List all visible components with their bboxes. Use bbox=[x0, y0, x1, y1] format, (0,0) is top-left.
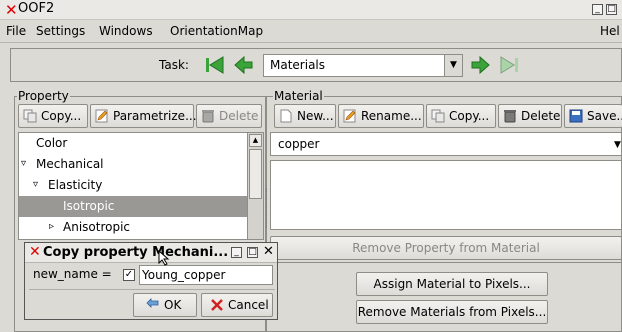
tree-item-elasticity[interactable]: ▿ Elasticity bbox=[19, 175, 247, 196]
material-copy-button[interactable]: Copy... bbox=[426, 104, 496, 128]
tree-item-isotropic[interactable]: Isotropic bbox=[19, 196, 247, 217]
property-delete-label: Delete bbox=[219, 109, 259, 123]
scroll-thumb[interactable] bbox=[249, 149, 262, 199]
tree-item-anisotropic[interactable]: ▹ Anisotropic bbox=[19, 217, 247, 238]
first-task-icon[interactable] bbox=[203, 54, 227, 76]
copy-icon bbox=[23, 109, 37, 123]
new-file-icon bbox=[280, 109, 292, 123]
material-save-button[interactable]: Save... bbox=[564, 104, 622, 128]
scroll-up-icon[interactable]: ▲ bbox=[249, 134, 262, 147]
task-select[interactable]: Materials ▼ bbox=[263, 54, 463, 77]
property-copy-button[interactable]: Copy... bbox=[18, 104, 88, 128]
material-copy-label: Copy... bbox=[449, 109, 490, 123]
material-new-button[interactable]: New... bbox=[274, 104, 336, 128]
menu-settings[interactable]: Settings bbox=[36, 24, 85, 38]
window-titlebar: ✕ OOF2 _ □ bbox=[0, 0, 622, 20]
parametrize-button[interactable]: Parametrize... bbox=[90, 104, 197, 128]
copy-property-dialog: ✕ Copy property Mechani... _ □ ✕ new_nam… bbox=[24, 242, 278, 320]
app-logo-icon: ✕ bbox=[29, 244, 41, 260]
cancel-icon bbox=[211, 299, 223, 311]
next-task-icon[interactable] bbox=[469, 54, 493, 76]
material-delete-button[interactable]: Delete bbox=[498, 104, 562, 128]
remove-property-label: Remove Property from Material bbox=[352, 241, 540, 255]
menu-orientationmap[interactable]: OrientationMap bbox=[170, 24, 263, 38]
material-property-list[interactable] bbox=[270, 160, 622, 230]
copy-icon bbox=[431, 109, 445, 123]
tree-item-mechanical[interactable]: ▿ Mechanical bbox=[19, 154, 247, 175]
expander-down-icon[interactable]: ▿ bbox=[33, 179, 38, 190]
new-name-input[interactable] bbox=[142, 267, 270, 283]
property-frame-label: Property bbox=[17, 89, 70, 103]
chevron-down-icon: ▼ bbox=[444, 55, 462, 76]
cancel-label: Cancel bbox=[228, 298, 269, 312]
tree-item-label: Elasticity bbox=[48, 178, 103, 192]
divider bbox=[266, 262, 622, 263]
material-select-value: copper bbox=[278, 137, 320, 151]
ok-icon bbox=[146, 298, 159, 308]
maximize-icon[interactable]: □ bbox=[247, 247, 258, 258]
new-name-field[interactable] bbox=[139, 265, 273, 285]
assign-material-label: Assign Material to Pixels... bbox=[373, 277, 531, 291]
edit-icon bbox=[343, 109, 356, 123]
trash-icon bbox=[202, 110, 214, 123]
task-bar: Task: Materials ▼ bbox=[10, 48, 622, 82]
tree-item-label: Mechanical bbox=[36, 157, 104, 171]
material-delete-label: Delete bbox=[521, 109, 561, 123]
material-save-label: Save... bbox=[587, 109, 622, 123]
close-icon[interactable]: ✕ bbox=[263, 244, 274, 259]
minimize-icon[interactable]: _ bbox=[592, 4, 603, 15]
remove-property-button[interactable]: Remove Property from Material bbox=[270, 236, 622, 260]
pane-resize-handle[interactable] bbox=[266, 188, 269, 228]
ok-label: OK bbox=[164, 298, 182, 312]
material-new-label: New... bbox=[297, 109, 334, 123]
minimize-icon[interactable]: _ bbox=[231, 247, 242, 258]
dialog-separator bbox=[29, 289, 275, 290]
chevron-down-icon: ▼ bbox=[614, 140, 621, 150]
tree-item-label: Color bbox=[36, 136, 68, 150]
new-name-checkbox[interactable]: ✓ bbox=[123, 269, 135, 281]
tree-scrollbar[interactable]: ▲ bbox=[247, 133, 263, 239]
menu-file[interactable]: File bbox=[6, 24, 26, 38]
material-rename-button[interactable]: Rename... bbox=[338, 104, 424, 128]
last-task-icon[interactable] bbox=[497, 54, 521, 76]
trash-icon bbox=[504, 110, 516, 123]
dialog-titlebar[interactable]: ✕ Copy property Mechani... _ □ ✕ bbox=[25, 243, 277, 263]
material-select[interactable]: copper ▼ bbox=[270, 132, 622, 156]
menu-help[interactable]: Hel bbox=[600, 24, 620, 38]
previous-task-icon[interactable] bbox=[231, 54, 255, 76]
tree-item-label: Isotropic bbox=[63, 199, 115, 213]
dialog-title: Copy property Mechani... bbox=[43, 245, 229, 260]
save-icon bbox=[569, 109, 583, 123]
edit-icon bbox=[95, 109, 108, 123]
expander-down-icon[interactable]: ▿ bbox=[21, 158, 26, 169]
tree-item-label: Anisotropic bbox=[63, 220, 131, 234]
remove-materials-label: Remove Materials from Pixels... bbox=[357, 305, 547, 319]
assign-material-button[interactable]: Assign Material to Pixels... bbox=[356, 272, 548, 296]
task-label: Task: bbox=[159, 58, 189, 72]
menu-windows[interactable]: Windows bbox=[99, 24, 153, 38]
app-logo-icon: ✕ bbox=[5, 1, 18, 19]
parametrize-label: Parametrize... bbox=[113, 109, 197, 123]
menubar: File Settings Windows OrientationMap Hel bbox=[0, 21, 622, 43]
material-rename-label: Rename... bbox=[361, 109, 422, 123]
property-delete-button[interactable]: Delete bbox=[196, 104, 262, 128]
maximize-icon[interactable]: □ bbox=[606, 4, 617, 15]
window-title: OOF2 bbox=[18, 1, 55, 16]
tree-item-color[interactable]: Color bbox=[19, 133, 247, 154]
ok-button[interactable]: OK bbox=[133, 293, 197, 317]
mouse-cursor-icon bbox=[158, 250, 170, 266]
task-select-value: Materials bbox=[270, 58, 326, 72]
cancel-button[interactable]: Cancel bbox=[201, 293, 273, 317]
remove-materials-button[interactable]: Remove Materials from Pixels... bbox=[356, 300, 548, 324]
property-tree: Color ▿ Mechanical ▿ Elasticity Isotropi… bbox=[18, 132, 264, 240]
new-name-label: new_name = bbox=[33, 267, 112, 281]
material-frame-label: Material bbox=[273, 89, 324, 103]
expander-right-icon[interactable]: ▹ bbox=[49, 221, 54, 232]
property-copy-label: Copy... bbox=[41, 109, 82, 123]
